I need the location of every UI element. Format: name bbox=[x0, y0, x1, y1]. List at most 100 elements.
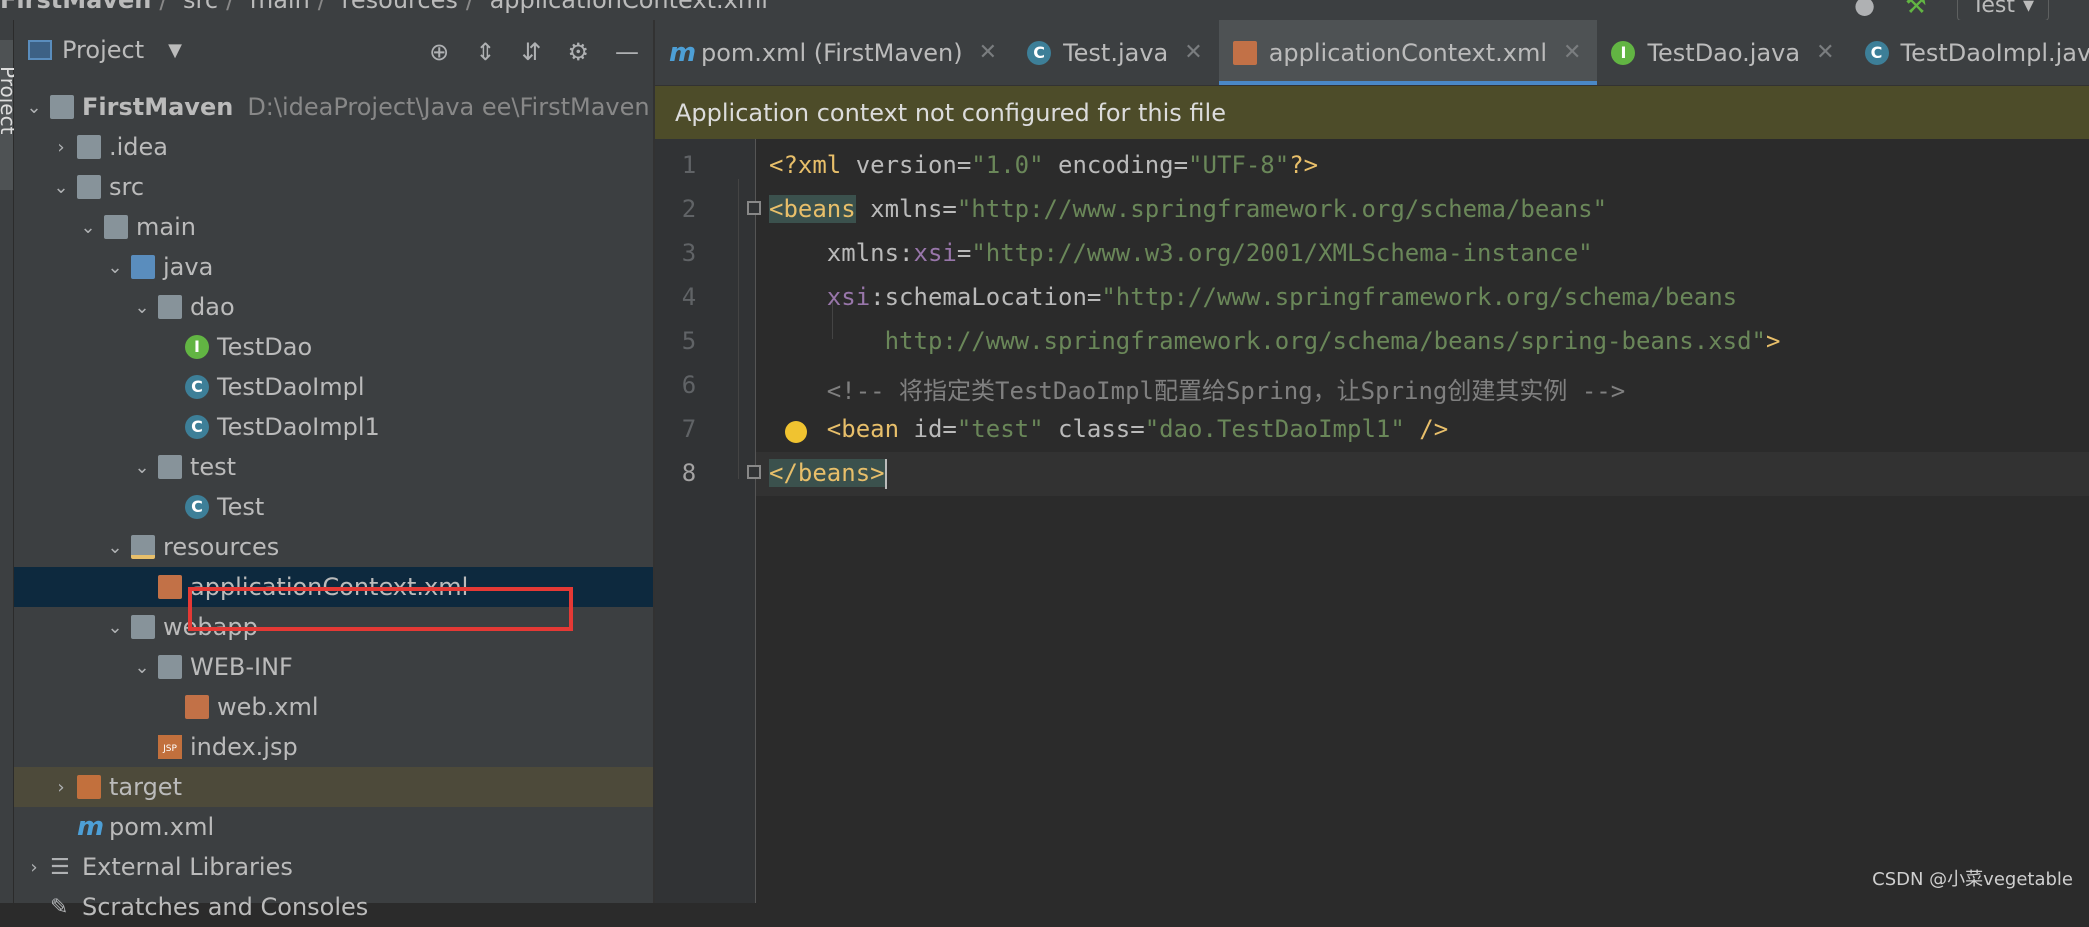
attribute-equals: = bbox=[957, 239, 971, 267]
breadcrumb-item[interactable]: main bbox=[250, 0, 310, 14]
project-panel-header: Project ▼ ⊕ ⇕ ⇵ ⚙ — bbox=[14, 20, 653, 80]
chevron-right-icon[interactable]: › bbox=[51, 137, 71, 158]
tree-item-test-class[interactable]: C Test bbox=[14, 487, 653, 527]
tab-test-java[interactable]: C Test.java ✕ bbox=[1013, 20, 1219, 85]
tag-close: /> bbox=[1405, 415, 1448, 443]
chevron-down-icon[interactable]: ⌄ bbox=[105, 617, 125, 638]
chevron-down-icon[interactable]: ⌄ bbox=[51, 177, 71, 198]
close-icon[interactable]: ✕ bbox=[979, 40, 997, 65]
tab-label: Test.java bbox=[1063, 39, 1168, 67]
chevron-down-icon[interactable]: ⌄ bbox=[78, 217, 98, 238]
close-icon[interactable]: ✕ bbox=[1816, 40, 1834, 65]
tree-item-main[interactable]: ⌄ main bbox=[14, 207, 653, 247]
line-number: 1 bbox=[669, 151, 709, 179]
chevron-down-icon[interactable]: ⌄ bbox=[132, 297, 152, 318]
runnable-class-icon: C bbox=[185, 495, 209, 519]
folder-icon bbox=[158, 655, 182, 679]
line-number: 7 bbox=[669, 415, 709, 443]
chevron-right-icon[interactable]: › bbox=[51, 777, 71, 798]
code-line-7: <bean id="test" class="dao.TestDaoImpl1"… bbox=[769, 415, 1448, 443]
libraries-icon: ☰ bbox=[50, 855, 74, 880]
chevron-down-icon[interactable]: ⌄ bbox=[105, 537, 125, 558]
fold-marker-icon[interactable] bbox=[747, 465, 761, 479]
breadcrumb-item[interactable]: applicationContext.xml bbox=[490, 0, 768, 14]
tab-applicationcontext-xml[interactable]: applicationContext.xml ✕ bbox=[1219, 20, 1598, 85]
tree-item-index-jsp[interactable]: JSP index.jsp bbox=[14, 727, 653, 767]
navigation-bar: FirstMaven/ src/ main/ resources/ applic… bbox=[0, 0, 2089, 20]
breadcrumb-item[interactable]: src bbox=[183, 0, 218, 14]
project-panel-title: Project bbox=[62, 36, 144, 64]
expand-all-icon[interactable]: ⇕ bbox=[475, 38, 495, 66]
maven-icon: m bbox=[77, 812, 101, 842]
target-icon[interactable]: ⊕ bbox=[429, 38, 449, 66]
line-number: 4 bbox=[669, 283, 709, 311]
tab-testdao-java[interactable]: I TestDao.java ✕ bbox=[1597, 20, 1850, 85]
gear-icon[interactable]: ⚙ bbox=[567, 38, 589, 66]
attribute-name: :schemaLocation= bbox=[870, 283, 1101, 311]
maven-icon: m bbox=[669, 38, 693, 68]
build-hammer-icon[interactable]: ⚒ bbox=[1905, 0, 1927, 19]
package-icon bbox=[158, 295, 182, 319]
collapse-all-icon[interactable]: ⇵ bbox=[521, 38, 541, 66]
chevron-down-icon[interactable]: ⌄ bbox=[105, 257, 125, 278]
tree-item-target[interactable]: › target bbox=[14, 767, 653, 807]
attribute-value: http://www.springframework.org/schema/be… bbox=[769, 327, 1766, 355]
tree-item-web-inf[interactable]: ⌄ WEB-INF bbox=[14, 647, 653, 687]
attribute-name: id= bbox=[899, 415, 957, 443]
attribute-value: "test" bbox=[957, 415, 1044, 443]
tree-item-label: src bbox=[109, 173, 144, 201]
chevron-down-icon[interactable]: ⌄ bbox=[24, 97, 44, 118]
chevron-down-icon[interactable]: ⌄ bbox=[132, 657, 152, 678]
tree-item-java[interactable]: ⌄ java bbox=[14, 247, 653, 287]
tree-item-label: web.xml bbox=[217, 693, 319, 721]
chevron-right-icon[interactable]: › bbox=[24, 857, 44, 878]
tree-item-test-package[interactable]: ⌄ test bbox=[14, 447, 653, 487]
tree-item-pom-xml[interactable]: m pom.xml bbox=[14, 807, 653, 847]
tag-name: <beans bbox=[769, 195, 856, 223]
class-icon: C bbox=[185, 415, 209, 439]
tree-item-external-libraries[interactable]: › ☰ External Libraries bbox=[14, 847, 653, 887]
tree-item-resources[interactable]: ⌄ resources bbox=[14, 527, 653, 567]
indent-guide bbox=[738, 179, 739, 479]
tree-item-label: index.jsp bbox=[190, 733, 298, 761]
minimize-icon[interactable]: — bbox=[615, 38, 639, 66]
tree-item-scratches[interactable]: ✎ Scratches and Consoles bbox=[14, 887, 653, 927]
folder-icon bbox=[77, 175, 101, 199]
chevron-down-icon[interactable]: ⌄ bbox=[132, 457, 152, 478]
code-line-8: </beans> bbox=[769, 459, 887, 489]
folder-icon bbox=[104, 215, 128, 239]
line-number: 2 bbox=[669, 195, 709, 223]
tree-item-label: java bbox=[163, 253, 213, 281]
editor-tabs: m pom.xml (FirstMaven) ✕ C Test.java ✕ a… bbox=[655, 20, 2089, 86]
tab-label: TestDaoImpl.java bbox=[1901, 39, 2089, 67]
tree-item-dao[interactable]: ⌄ dao bbox=[14, 287, 653, 327]
user-icon[interactable]: ● bbox=[1854, 0, 1875, 19]
project-tool-window-button[interactable]: Project bbox=[0, 40, 13, 190]
namespace-prefix: xsi bbox=[769, 283, 870, 311]
tree-item-testdaoimpl1[interactable]: C TestDaoImpl1 bbox=[14, 407, 653, 447]
tree-item-src[interactable]: ⌄ src bbox=[14, 167, 653, 207]
code-editor[interactable]: 1 2 3 4 5 6 7 8 <?xml version="1.0" enco… bbox=[655, 139, 2089, 903]
tree-item-testdao[interactable]: I TestDao bbox=[14, 327, 653, 367]
attribute-value: "UTF-8" bbox=[1188, 151, 1289, 179]
tab-testdaoimpl-java[interactable]: C TestDaoImpl.java bbox=[1851, 20, 2089, 85]
tab-label: applicationContext.xml bbox=[1269, 39, 1547, 67]
tab-pom-xml[interactable]: m pom.xml (FirstMaven) ✕ bbox=[655, 20, 1013, 85]
runnable-class-icon: C bbox=[1027, 41, 1051, 65]
tree-item-firstmaven[interactable]: ⌄ FirstMaven D:\ideaProject\Java ee\Firs… bbox=[14, 87, 653, 127]
fold-marker-icon[interactable] bbox=[747, 201, 761, 215]
close-icon[interactable]: ✕ bbox=[1563, 40, 1581, 65]
tree-item-idea[interactable]: › .idea bbox=[14, 127, 653, 167]
project-view-selector[interactable]: Project ▼ bbox=[28, 36, 182, 64]
tab-label: pom.xml (FirstMaven) bbox=[701, 39, 963, 67]
interface-icon: I bbox=[185, 335, 209, 359]
run-configuration-selector[interactable]: Test ▾ bbox=[1957, 0, 2049, 20]
breadcrumb-item[interactable]: resources bbox=[342, 0, 458, 14]
tree-item-label: pom.xml bbox=[109, 813, 214, 841]
close-icon[interactable]: ✕ bbox=[1184, 40, 1202, 65]
breadcrumb-item[interactable]: FirstMaven bbox=[0, 0, 151, 14]
line-number: 8 bbox=[669, 459, 709, 487]
tree-item-web-xml[interactable]: web.xml bbox=[14, 687, 653, 727]
tree-item-label: WEB-INF bbox=[190, 653, 293, 681]
tree-item-testdaoimpl[interactable]: C TestDaoImpl bbox=[14, 367, 653, 407]
